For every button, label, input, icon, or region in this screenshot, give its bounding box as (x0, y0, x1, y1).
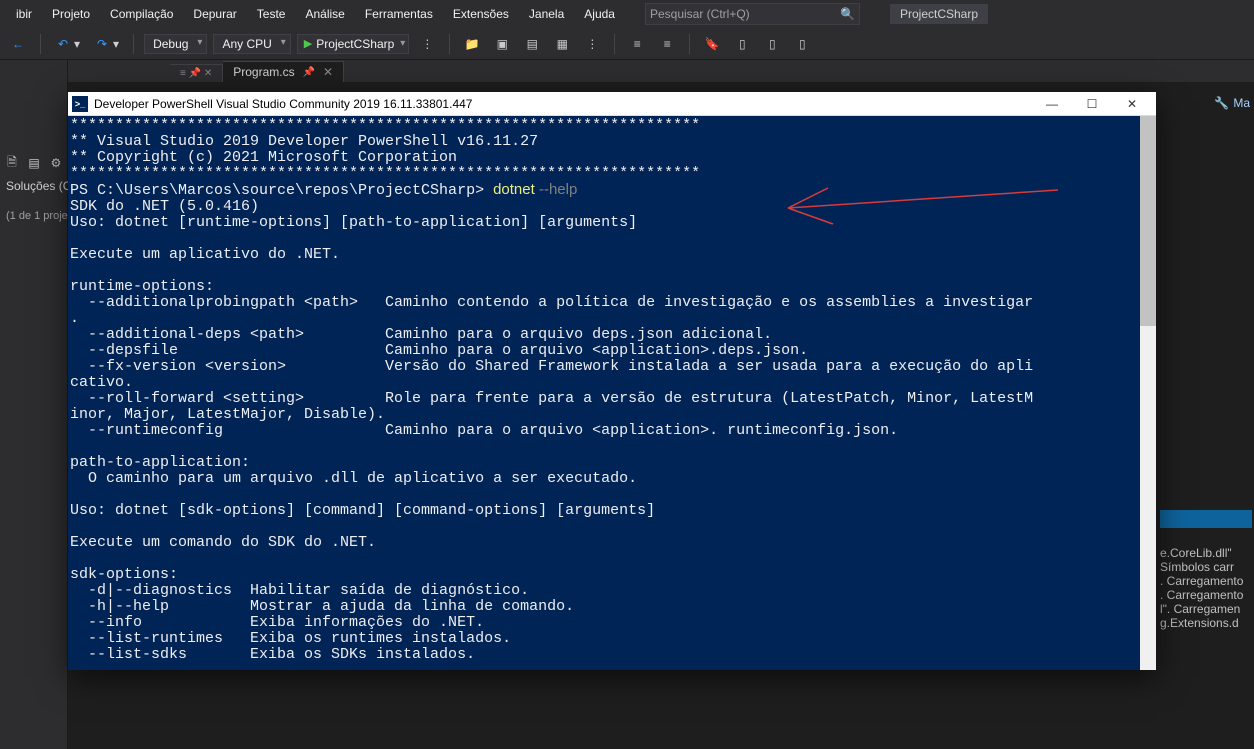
menu-item[interactable]: Teste (247, 3, 296, 25)
terminal-body[interactable]: ****************************************… (68, 116, 1156, 670)
separator (449, 34, 450, 54)
output-highlight (1160, 510, 1252, 528)
indent-button[interactable]: ≡ (625, 33, 649, 55)
undo-button[interactable]: ↶▾ (51, 33, 84, 55)
output-line: l". Carregamen (1160, 602, 1252, 616)
output-line: Símbolos carr (1160, 560, 1252, 574)
menu-item[interactable]: Análise (295, 3, 354, 25)
tool-button[interactable]: ▯ (790, 33, 814, 55)
tool-button[interactable]: ▣ (490, 33, 514, 55)
search-placeholder: Pesquisar (Ctrl+Q) (650, 7, 840, 21)
wrench-icon: 🔧 (1214, 96, 1229, 110)
minimize-button[interactable]: — (1032, 92, 1072, 116)
platform-dropdown[interactable]: Any CPU (213, 34, 290, 54)
pin-icon[interactable]: 📌 (303, 67, 315, 78)
menu-item[interactable]: Depurar (183, 3, 246, 25)
menu-item[interactable]: Janela (519, 3, 574, 25)
tool-button[interactable]: ⋮ (415, 33, 439, 55)
document-tabs: ≡ 📌 ✕ Program.cs 📌 ✕ (0, 60, 1254, 82)
toolbar: ← ↶▾ ↷▾ Debug Any CPU ▶ ProjectCSharp ⋮ 📁… (0, 28, 1254, 60)
toolwindow-icon[interactable]: ▤ (26, 155, 42, 171)
solution-subtitle: (1 de 1 proje (0, 208, 74, 224)
redo-button[interactable]: ↷▾ (90, 33, 123, 55)
run-button[interactable]: ▶ ProjectCSharp (297, 34, 410, 54)
tab-selector[interactable]: ≡ 📌 ✕ (170, 64, 223, 82)
toolwindow-icon[interactable]: 🗎 (4, 155, 20, 171)
tool-button[interactable]: ▯ (760, 33, 784, 55)
separator (614, 34, 615, 54)
powershell-window: >_ Developer PowerShell Visual Studio Co… (68, 92, 1156, 670)
right-header[interactable]: 🔧 Ma (1214, 96, 1250, 110)
tool-button[interactable]: ▯ (730, 33, 754, 55)
menu-item[interactable]: Compilação (100, 3, 183, 25)
output-line: . Carregamento (1160, 574, 1252, 588)
scrollbar-thumb[interactable] (1140, 116, 1156, 326)
titlebar[interactable]: >_ Developer PowerShell Visual Studio Co… (68, 92, 1156, 116)
project-selector[interactable]: ProjectCSharp (890, 4, 988, 24)
separator (689, 34, 690, 54)
output-line: . Carregamento (1160, 588, 1252, 602)
menu-bar: ibir Projeto Compilação Depurar Teste An… (0, 0, 1254, 28)
search-icon: 🔍 (840, 7, 855, 21)
outdent-button[interactable]: ≡ (655, 33, 679, 55)
tool-button[interactable]: ▤ (520, 33, 544, 55)
document-tab[interactable]: Program.cs 📌 ✕ (223, 61, 344, 82)
separator (133, 34, 134, 54)
maximize-button[interactable]: ☐ (1072, 92, 1112, 116)
run-label: ProjectCSharp (316, 37, 394, 51)
menu-item[interactable]: Extensões (443, 3, 519, 25)
menu-item[interactable]: Ajuda (574, 3, 625, 25)
menu-item[interactable]: Ferramentas (355, 3, 443, 25)
menu-item[interactable]: ibir (6, 3, 42, 25)
bookmark-button[interactable]: 🔖 (700, 33, 724, 55)
right-header-label: Ma (1233, 96, 1250, 110)
output-panel: e.CoreLib.dll" Símbolos carr . Carregame… (1158, 540, 1254, 660)
powershell-icon: >_ (72, 96, 88, 112)
menu-item[interactable]: Projeto (42, 3, 100, 25)
output-line: g.Extensions.d (1160, 616, 1252, 630)
solution-explorer: 🗎 ▤ ⚙ Soluções (Ct (1 de 1 proje (0, 60, 68, 749)
close-button[interactable]: ✕ (1112, 92, 1152, 116)
toolwindow-icon[interactable]: ⚙ (48, 155, 64, 171)
separator (40, 34, 41, 54)
play-icon: ▶ (304, 37, 312, 50)
tool-button[interactable]: 📁 (460, 33, 484, 55)
output-line: e.CoreLib.dll" (1160, 546, 1252, 560)
window-title: Developer PowerShell Visual Studio Commu… (94, 97, 1032, 111)
close-icon[interactable]: ✕ (323, 65, 333, 79)
nav-back-button[interactable]: ← (6, 33, 30, 55)
pin-icon: ≡ 📌 ✕ (180, 68, 212, 79)
scrollbar[interactable] (1140, 116, 1156, 670)
tool-button[interactable]: ▦ (550, 33, 574, 55)
search-input[interactable]: Pesquisar (Ctrl+Q) 🔍 (645, 3, 860, 25)
tab-label: Program.cs (233, 65, 294, 79)
tool-button[interactable]: ⋮ (580, 33, 604, 55)
config-dropdown[interactable]: Debug (144, 34, 207, 54)
